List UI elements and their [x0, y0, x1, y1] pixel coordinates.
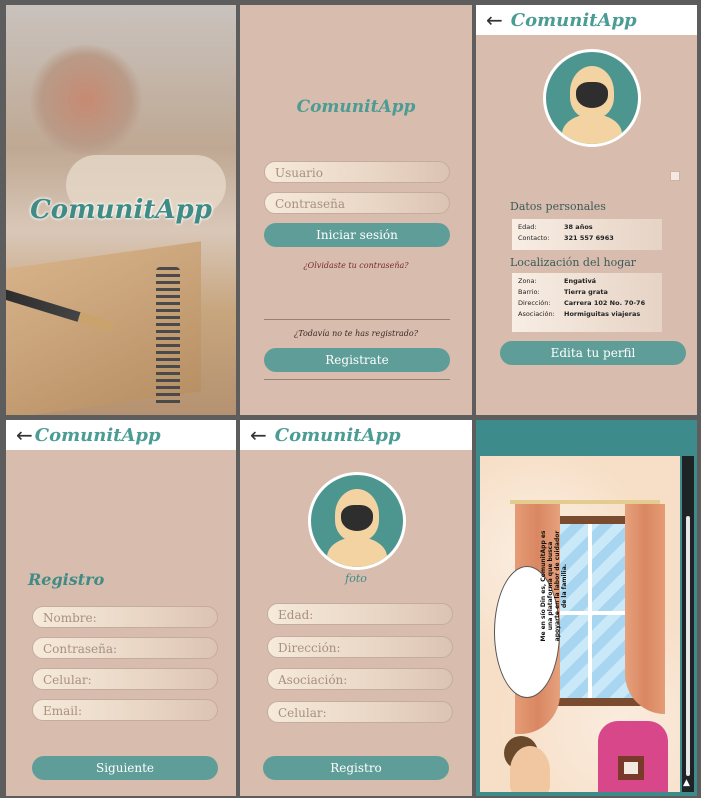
username-input[interactable]: Usuario: [264, 161, 450, 183]
splash-logo-title: ComunitApp: [30, 195, 212, 225]
personal-row: Contacto: 321 557 6963: [518, 234, 614, 242]
register-button[interactable]: Registrate: [264, 348, 450, 372]
intro-screen: Me en sío Din es, ComunitApp es una plat…: [476, 420, 697, 796]
register-step1-screen: ← ComunitApp Registro Nombre: Contraseña…: [6, 420, 236, 796]
book-page: [624, 762, 638, 774]
curtain-right: [625, 504, 665, 714]
avatar-face: [576, 82, 608, 108]
photo-label: foto: [345, 572, 367, 585]
age-input[interactable]: Edad:: [267, 603, 453, 625]
login-screen: ComunitApp Usuario Contraseña Iniciar se…: [240, 5, 472, 415]
character-elderly-woman: [510, 746, 550, 792]
avatar-icon[interactable]: [543, 49, 641, 147]
register-step2-screen: ← ComunitApp foto Edad: Dirección: Asoci…: [240, 420, 472, 796]
personal-row: Edad: 38 años: [518, 223, 593, 231]
name-input[interactable]: Nombre:: [32, 606, 218, 628]
back-arrow-icon[interactable]: ←: [486, 8, 503, 32]
photo-hand-blur: [26, 45, 146, 155]
personal-data-card: Edad: 38 años Contacto: 321 557 6963: [512, 219, 662, 250]
login-logo-title: ComunitApp: [296, 97, 416, 117]
home-row: Asociación: Hormiguitas viajeras: [518, 310, 641, 318]
register-title: Registro: [28, 570, 105, 589]
password-input[interactable]: Contraseña:: [32, 637, 218, 659]
phone-input[interactable]: Celular:: [267, 701, 453, 723]
home-row: Barrio: Tierra grata: [518, 288, 608, 296]
divider-top: [264, 319, 450, 320]
scroll-down-icon[interactable]: ▲: [683, 778, 690, 788]
profile-topbar: ← ComunitApp: [476, 5, 697, 35]
address-input[interactable]: Dirección:: [267, 636, 453, 658]
speech-bubble-text: Me en sío Din es, ComunitApp es una plat…: [540, 530, 568, 642]
email-input[interactable]: Email:: [32, 699, 218, 721]
scrollbar[interactable]: ▲: [682, 456, 694, 792]
avatar-face: [341, 505, 373, 531]
divider-bottom: [264, 379, 450, 380]
profile-screen: ← ComunitApp Datos personales Edad: 38 añ…: [476, 5, 697, 415]
register2-topbar: ← ComunitApp: [240, 420, 472, 450]
splash-screen: ComunitApp: [6, 5, 236, 415]
photo-notebook-spiral: [156, 267, 180, 407]
not-registered-text: ¿Todavía no te has registrado?: [293, 329, 419, 338]
personal-data-title: Datos personales: [510, 200, 606, 213]
edit-profile-button[interactable]: Edita tu perfil: [500, 341, 686, 365]
password-input[interactable]: Contraseña: [264, 192, 450, 214]
avatar-icon[interactable]: [308, 472, 406, 570]
avatar-body: [327, 537, 387, 567]
intro-illustration: Me en sío Din es, ComunitApp es una plat…: [480, 456, 680, 792]
next-button[interactable]: Siguiente: [32, 756, 218, 780]
forgot-password-link[interactable]: ¿Olvidaste tu contraseña?: [240, 261, 472, 270]
register-submit-button[interactable]: Registro: [263, 756, 449, 780]
scrollbar-thumb[interactable]: [686, 516, 690, 776]
home-row: Zona: Engativá: [518, 277, 597, 285]
home-location-title: Localización del hogar: [510, 256, 637, 269]
login-button[interactable]: Iniciar sesión: [264, 223, 450, 247]
back-arrow-icon[interactable]: ←: [16, 423, 33, 447]
home-row: Dirección: Carrera 102 No. 70-76: [518, 299, 646, 307]
topbar-logo: ComunitApp: [34, 424, 161, 446]
topbar-logo: ComunitApp: [510, 9, 637, 31]
register1-topbar: ← ComunitApp: [6, 420, 236, 450]
topbar-logo: ComunitApp: [274, 424, 401, 446]
edit-photo-checkbox[interactable]: [670, 171, 680, 181]
home-location-card: Zona: Engativá Barrio: Tierra grata Direcc…: [512, 273, 662, 332]
association-input[interactable]: Asociación:: [267, 668, 453, 690]
phone-input[interactable]: Celular:: [32, 668, 218, 690]
avatar-body: [562, 114, 622, 144]
back-arrow-icon[interactable]: ←: [250, 423, 267, 447]
